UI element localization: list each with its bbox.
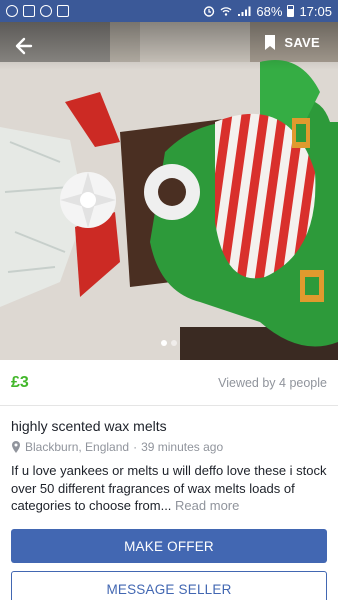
whatsapp-icon [6, 5, 18, 17]
page-dot-1[interactable] [161, 340, 167, 346]
status-bar: 68% 17:05 [0, 0, 338, 22]
system-icons: 68% 17:05 [203, 4, 332, 19]
photo-pagination [0, 340, 338, 346]
listing-photo[interactable]: SAVE [0, 22, 338, 360]
view-count: Viewed by 4 people [218, 375, 327, 390]
alarm-icon [204, 6, 215, 17]
messenger-icon [40, 5, 52, 17]
notification-icons [6, 5, 69, 17]
back-button[interactable] [12, 34, 36, 58]
price-row: £3 Viewed by 4 people [0, 360, 338, 406]
signal-icon [238, 6, 251, 16]
elf-photo-illustration [0, 22, 338, 360]
photos-icon [57, 5, 69, 17]
listing-description: If u love yankees or melts u will deffo … [11, 462, 327, 515]
wifi-icon [220, 7, 232, 16]
listing-title: highly scented wax melts [11, 418, 167, 434]
battery-icon [287, 5, 295, 17]
bookmark-icon [265, 35, 276, 50]
gallery-icon [23, 5, 35, 17]
back-arrow-icon [15, 37, 33, 55]
message-seller-button[interactable]: MESSAGE SELLER [11, 571, 327, 600]
location-pin-icon [12, 441, 20, 453]
read-more-link[interactable]: Read more [175, 498, 239, 513]
make-offer-button[interactable]: MAKE OFFER [11, 529, 327, 563]
page-dot-2[interactable] [171, 340, 177, 346]
description-text: If u love yankees or melts u will deffo … [11, 463, 327, 513]
save-label: SAVE [284, 35, 320, 50]
meta-separator: · [133, 440, 138, 454]
clock: 17:05 [299, 3, 332, 19]
battery-percent: 68% [256, 3, 283, 19]
save-button[interactable]: SAVE [264, 35, 320, 50]
location[interactable]: Blackburn, England [25, 440, 129, 454]
price: £3 [11, 373, 29, 391]
listing-meta: Blackburn, England · 39 minutes ago [11, 440, 223, 454]
posted-time: 39 minutes ago [141, 440, 224, 454]
